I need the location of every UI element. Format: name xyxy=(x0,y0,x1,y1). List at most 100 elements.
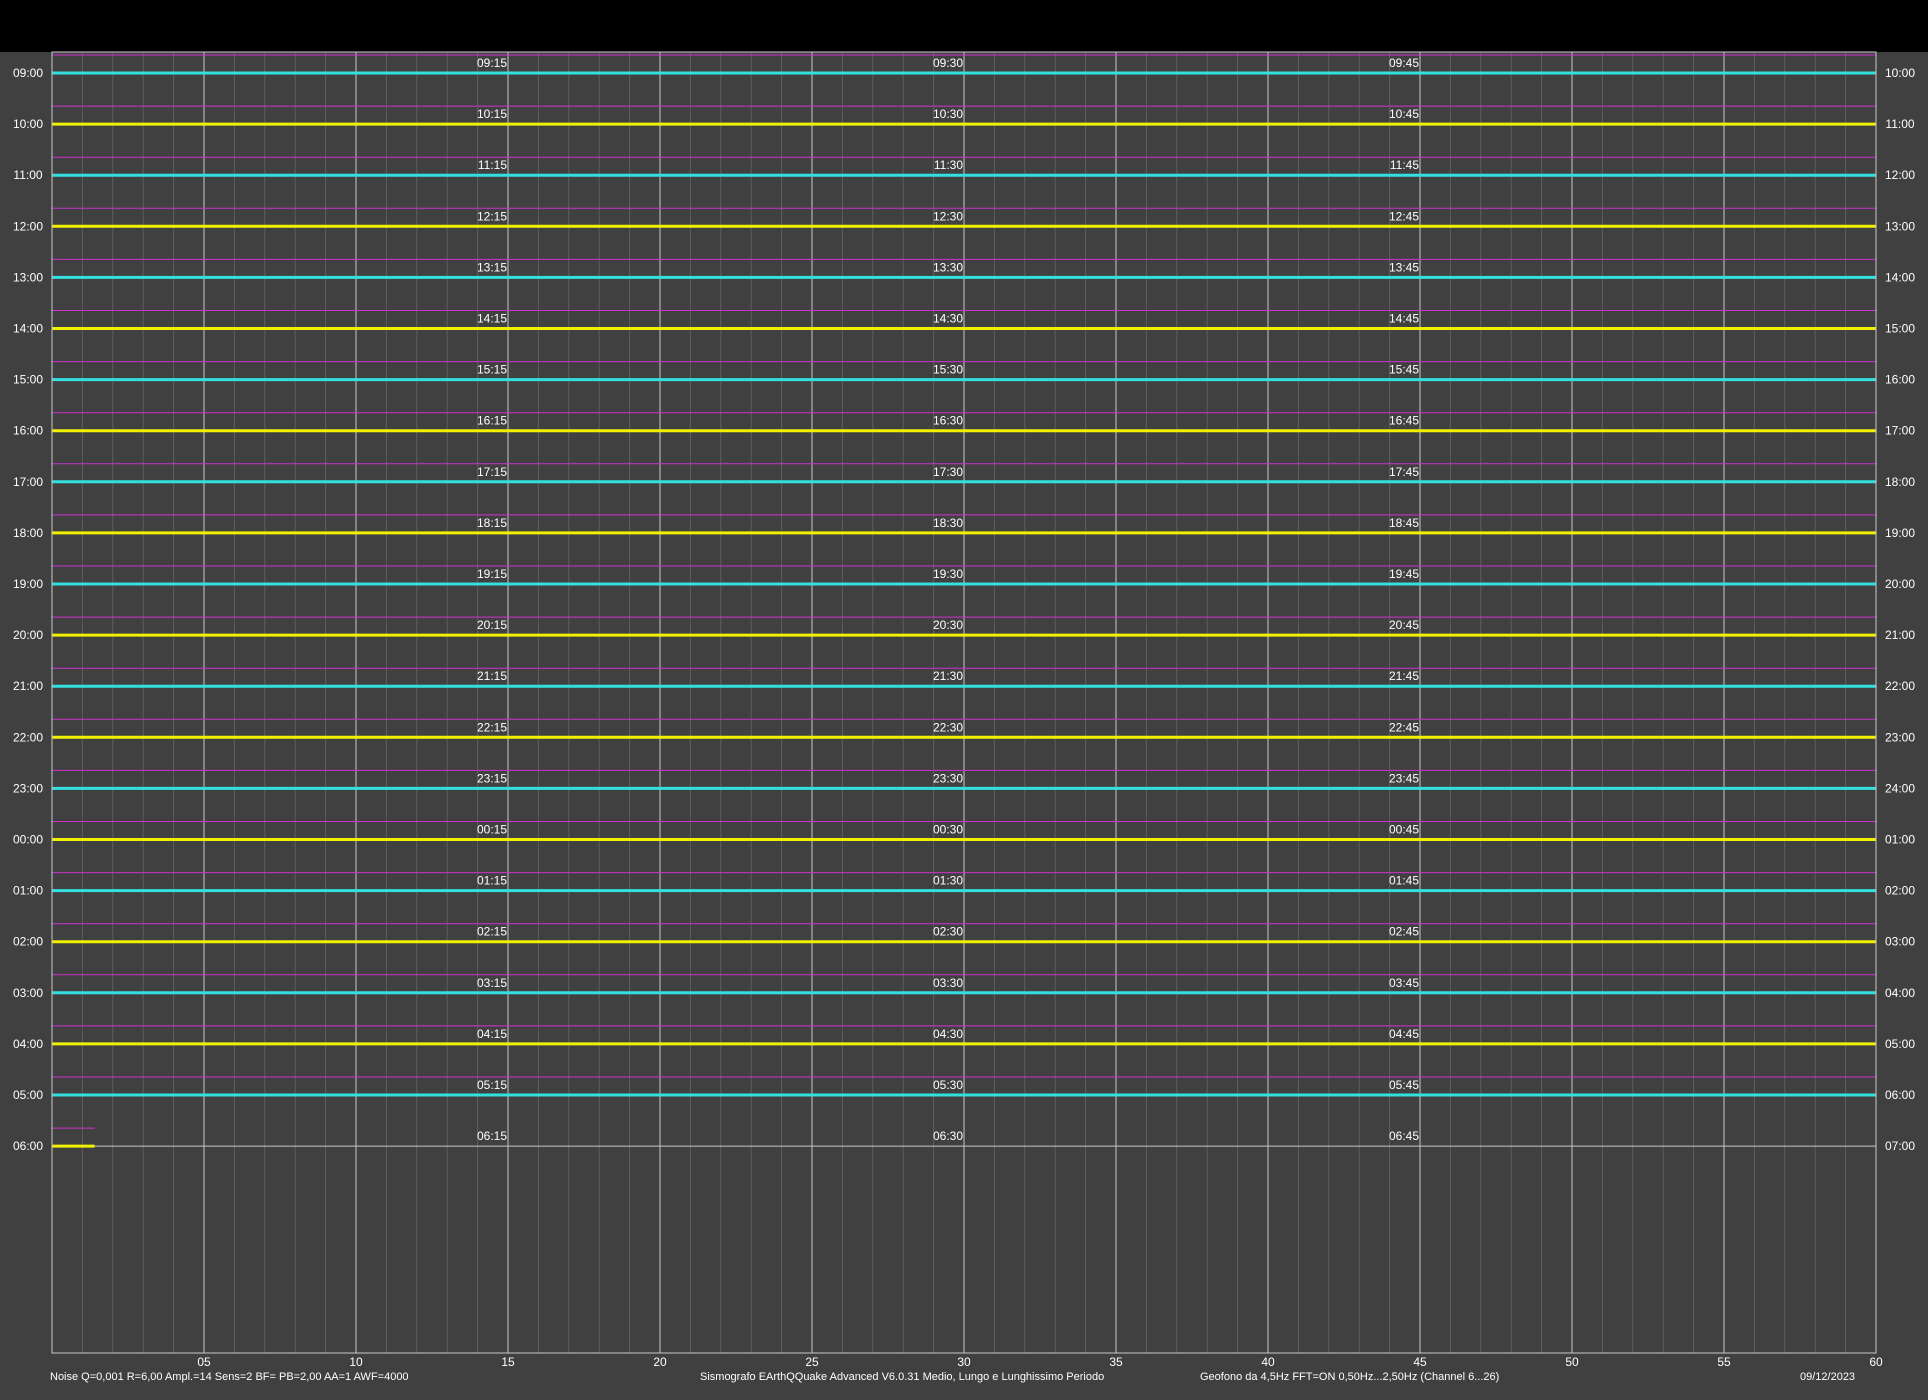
row-label-left: 02:00 xyxy=(13,935,43,949)
quarter-label-45: 00:45 xyxy=(1389,823,1419,837)
quarter-label-15: 19:15 xyxy=(477,567,507,581)
quarter-label-45: 16:45 xyxy=(1389,414,1419,428)
quarter-label-15: 02:15 xyxy=(477,925,507,939)
major-grid xyxy=(203,52,1725,1353)
quarter-label-30: 17:30 xyxy=(933,465,963,479)
quarter-label-45: 03:45 xyxy=(1389,976,1419,990)
quarter-label-30: 00:30 xyxy=(933,823,963,837)
row-label-right: 24:00 xyxy=(1885,781,1915,795)
quarter-label-45: 01:45 xyxy=(1389,874,1419,888)
quarter-label-45: 02:45 xyxy=(1389,925,1419,939)
quarter-label-30: 22:30 xyxy=(933,720,963,734)
quarter-label-30: 19:30 xyxy=(933,567,963,581)
quarter-label-15: 18:15 xyxy=(477,516,507,530)
quarter-label-15: 11:15 xyxy=(478,158,507,172)
row-label-left: 01:00 xyxy=(13,884,43,898)
row-label-right: 10:00 xyxy=(1885,66,1915,80)
quarter-label-30: 13:30 xyxy=(933,260,963,274)
quarter-label-15: 23:15 xyxy=(477,771,507,785)
row-label-left: 03:00 xyxy=(13,986,43,1000)
quarter-label-15: 03:15 xyxy=(477,976,507,990)
row-label-left: 22:00 xyxy=(13,730,43,744)
row-label-right: 20:00 xyxy=(1885,577,1915,591)
row-label-left: 20:00 xyxy=(13,628,43,642)
row-label-right: 06:00 xyxy=(1885,1088,1915,1102)
quarter-label-15: 21:15 xyxy=(477,669,507,683)
row-label-right: 01:00 xyxy=(1885,833,1915,847)
x-tick-label: 05 xyxy=(197,1355,211,1369)
row-label-right: 05:00 xyxy=(1885,1037,1915,1051)
x-tick-label: 50 xyxy=(1565,1355,1579,1369)
quarter-label-30: 09:30 xyxy=(933,56,963,70)
row-label-right: 13:00 xyxy=(1885,219,1915,233)
x-tick-label: 20 xyxy=(653,1355,667,1369)
quarter-label-45: 06:45 xyxy=(1389,1129,1419,1143)
quarter-label-45: 15:45 xyxy=(1389,363,1419,377)
quarter-label-45: 11:45 xyxy=(1390,158,1419,172)
quarter-label-30: 16:30 xyxy=(933,414,963,428)
quarter-label-30: 18:30 xyxy=(933,516,963,530)
row-label-left: 06:00 xyxy=(13,1139,43,1153)
quarter-label-15: 17:15 xyxy=(477,465,507,479)
quarter-label-15: 16:15 xyxy=(477,414,507,428)
x-tick-label: 55 xyxy=(1717,1355,1731,1369)
quarter-label-15: 14:15 xyxy=(477,312,507,326)
x-tick-label: 30 xyxy=(957,1355,971,1369)
row-label-left: 16:00 xyxy=(13,424,43,438)
quarter-label-30: 14:30 xyxy=(933,312,963,326)
quarter-label-30: 04:30 xyxy=(933,1027,963,1041)
row-label-left: 15:00 xyxy=(13,373,43,387)
quarter-label-45: 10:45 xyxy=(1389,107,1419,121)
quarter-label-15: 09:15 xyxy=(477,56,507,70)
quarter-label-45: 21:45 xyxy=(1389,669,1419,683)
row-label-left: 04:00 xyxy=(13,1037,43,1051)
row-label-right: 04:00 xyxy=(1885,986,1915,1000)
quarter-label-30: 15:30 xyxy=(933,363,963,377)
row-label-left: 11:00 xyxy=(13,168,42,182)
row-label-right: 17:00 xyxy=(1885,424,1915,438)
row-label-left: 19:00 xyxy=(13,577,43,591)
quarter-label-30: 03:30 xyxy=(933,976,963,990)
helicorder-plot: 09:00 10:00 09:15 09:30 09:45 10:00 11:00 10:15… xyxy=(13,51,1915,1369)
quarter-label-15: 01:15 xyxy=(477,874,507,888)
quarter-label-15: 13:15 xyxy=(477,260,507,274)
footer-software-title: Sismografo EArthQQuake Advanced V6.0.31 … xyxy=(700,1371,1105,1383)
quarter-label-30: 20:30 xyxy=(933,618,963,632)
quarter-label-45: 05:45 xyxy=(1389,1078,1419,1092)
x-tick-label: 10 xyxy=(349,1355,363,1369)
x-tick-label: 45 xyxy=(1413,1355,1427,1369)
quarter-label-45: 04:45 xyxy=(1389,1027,1419,1041)
x-tick-label: 25 xyxy=(805,1355,819,1369)
row-label-right: 22:00 xyxy=(1885,679,1915,693)
row-label-right: 14:00 xyxy=(1885,270,1915,284)
row-label-right: 11:00 xyxy=(1885,117,1914,131)
quarter-label-45: 14:45 xyxy=(1389,312,1419,326)
row-label-right: 18:00 xyxy=(1885,475,1915,489)
quarter-label-45: 20:45 xyxy=(1389,618,1419,632)
row-label-right: 21:00 xyxy=(1885,628,1915,642)
quarter-label-30: 12:30 xyxy=(933,209,963,223)
quarter-label-45: 12:45 xyxy=(1389,209,1419,223)
footer-settings: Noise Q=0,001 R=6,00 Ampl.=14 Sens=2 BF=… xyxy=(50,1371,409,1383)
x-tick-label: 60 xyxy=(1869,1355,1883,1369)
quarter-label-15: 04:15 xyxy=(477,1027,507,1041)
quarter-label-15: 00:15 xyxy=(477,823,507,837)
quarter-label-15: 22:15 xyxy=(477,720,507,734)
quarter-label-15: 06:15 xyxy=(477,1129,507,1143)
x-tick-label: 35 xyxy=(1109,1355,1123,1369)
row-label-right: 07:00 xyxy=(1885,1139,1915,1153)
quarter-label-45: 13:45 xyxy=(1389,260,1419,274)
quarter-label-45: 22:45 xyxy=(1389,720,1419,734)
quarter-label-15: 12:15 xyxy=(477,209,507,223)
row-label-left: 13:00 xyxy=(13,270,43,284)
quarter-label-15: 20:15 xyxy=(477,618,507,632)
row-label-left: 14:00 xyxy=(13,322,43,336)
row-label-left: 23:00 xyxy=(13,781,43,795)
row-label-right: 16:00 xyxy=(1885,373,1915,387)
quarter-label-45: 17:45 xyxy=(1389,465,1419,479)
row-label-left: 21:00 xyxy=(13,679,43,693)
footer-geophone-info: Geofono da 4,5Hz FFT=ON 0,50Hz...2,50Hz … xyxy=(1200,1371,1500,1383)
row-label-right: 23:00 xyxy=(1885,730,1915,744)
quarter-label-30: 06:30 xyxy=(933,1129,963,1143)
row-label-right: 12:00 xyxy=(1885,168,1915,182)
